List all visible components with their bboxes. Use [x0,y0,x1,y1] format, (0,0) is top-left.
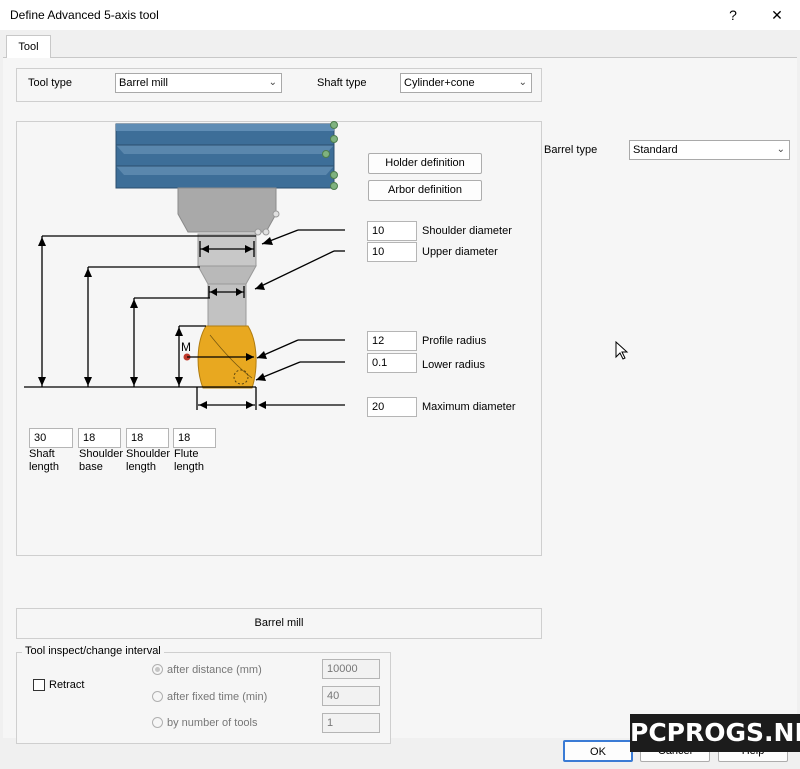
leader-lines [254,229,345,406]
chevron-down-icon: ⌄ [776,144,785,155]
shoulder-length-label: Shoulder length [126,448,171,473]
ok-button[interactable]: OK [563,740,633,762]
shoulder-length-input[interactable]: 18 [126,428,169,448]
retract-label: Retract [49,679,85,691]
by-number-label: by number of tools [167,717,258,729]
watermark-logo: PCPROGS.NET [630,714,800,752]
barrel-type-value: Standard [633,144,678,156]
shaft-length-label: Shaft length [29,448,59,473]
arbor-definition-button[interactable]: Arbor definition [368,180,482,201]
flute-length-input[interactable]: 18 [173,428,216,448]
arbor-shape[interactable] [177,187,280,236]
shoulder-base-label: Shoulder base [79,448,124,473]
help-icon[interactable]: ? [721,4,745,26]
by-number-input[interactable]: 1 [322,713,380,733]
tool-diagram [24,121,345,410]
holder-shape[interactable] [115,123,335,189]
interval-group-title: Tool inspect/change interval [22,645,164,657]
flute-length-label: Flute length [174,448,204,473]
m-marker-label: M [181,340,191,354]
shoulder-base-input[interactable]: 18 [78,428,121,448]
lower-radius-input[interactable]: 0.1 [367,353,417,373]
maximum-diameter-label: Maximum diameter [422,401,516,413]
shaft-length-input[interactable]: 30 [29,428,73,448]
shoulder-diameter-input[interactable]: 10 [367,221,417,241]
shoulder-diameter-label: Shoulder diameter [422,225,512,237]
profile-radius-input[interactable]: 12 [367,331,417,351]
upper-diameter-label: Upper diameter [422,246,498,258]
after-time-input[interactable]: 40 [322,686,380,706]
leader-arrowheads [255,237,273,409]
mouse-cursor-icon [615,341,629,360]
upper-diameter-input[interactable]: 10 [367,242,417,262]
by-number-radio[interactable] [152,717,163,728]
length-arrowheads [38,237,183,386]
close-icon[interactable]: ✕ [765,4,789,26]
after-distance-radio[interactable] [152,664,163,675]
after-time-radio[interactable] [152,691,163,702]
retract-checkbox[interactable] [33,679,45,691]
after-distance-label: after distance (mm) [167,664,262,676]
tool-name-bar: Barrel mill [16,608,542,639]
after-distance-input[interactable]: 10000 [322,659,380,679]
holder-definition-button[interactable]: Holder definition [368,153,482,174]
maximum-diameter-input[interactable]: 20 [367,397,417,417]
after-time-label: after fixed time (min) [167,691,268,703]
barrel-type-select[interactable]: Standard ⌄ [629,140,790,160]
lower-radius-label: Lower radius [422,359,485,371]
profile-radius-label: Profile radius [422,335,487,347]
